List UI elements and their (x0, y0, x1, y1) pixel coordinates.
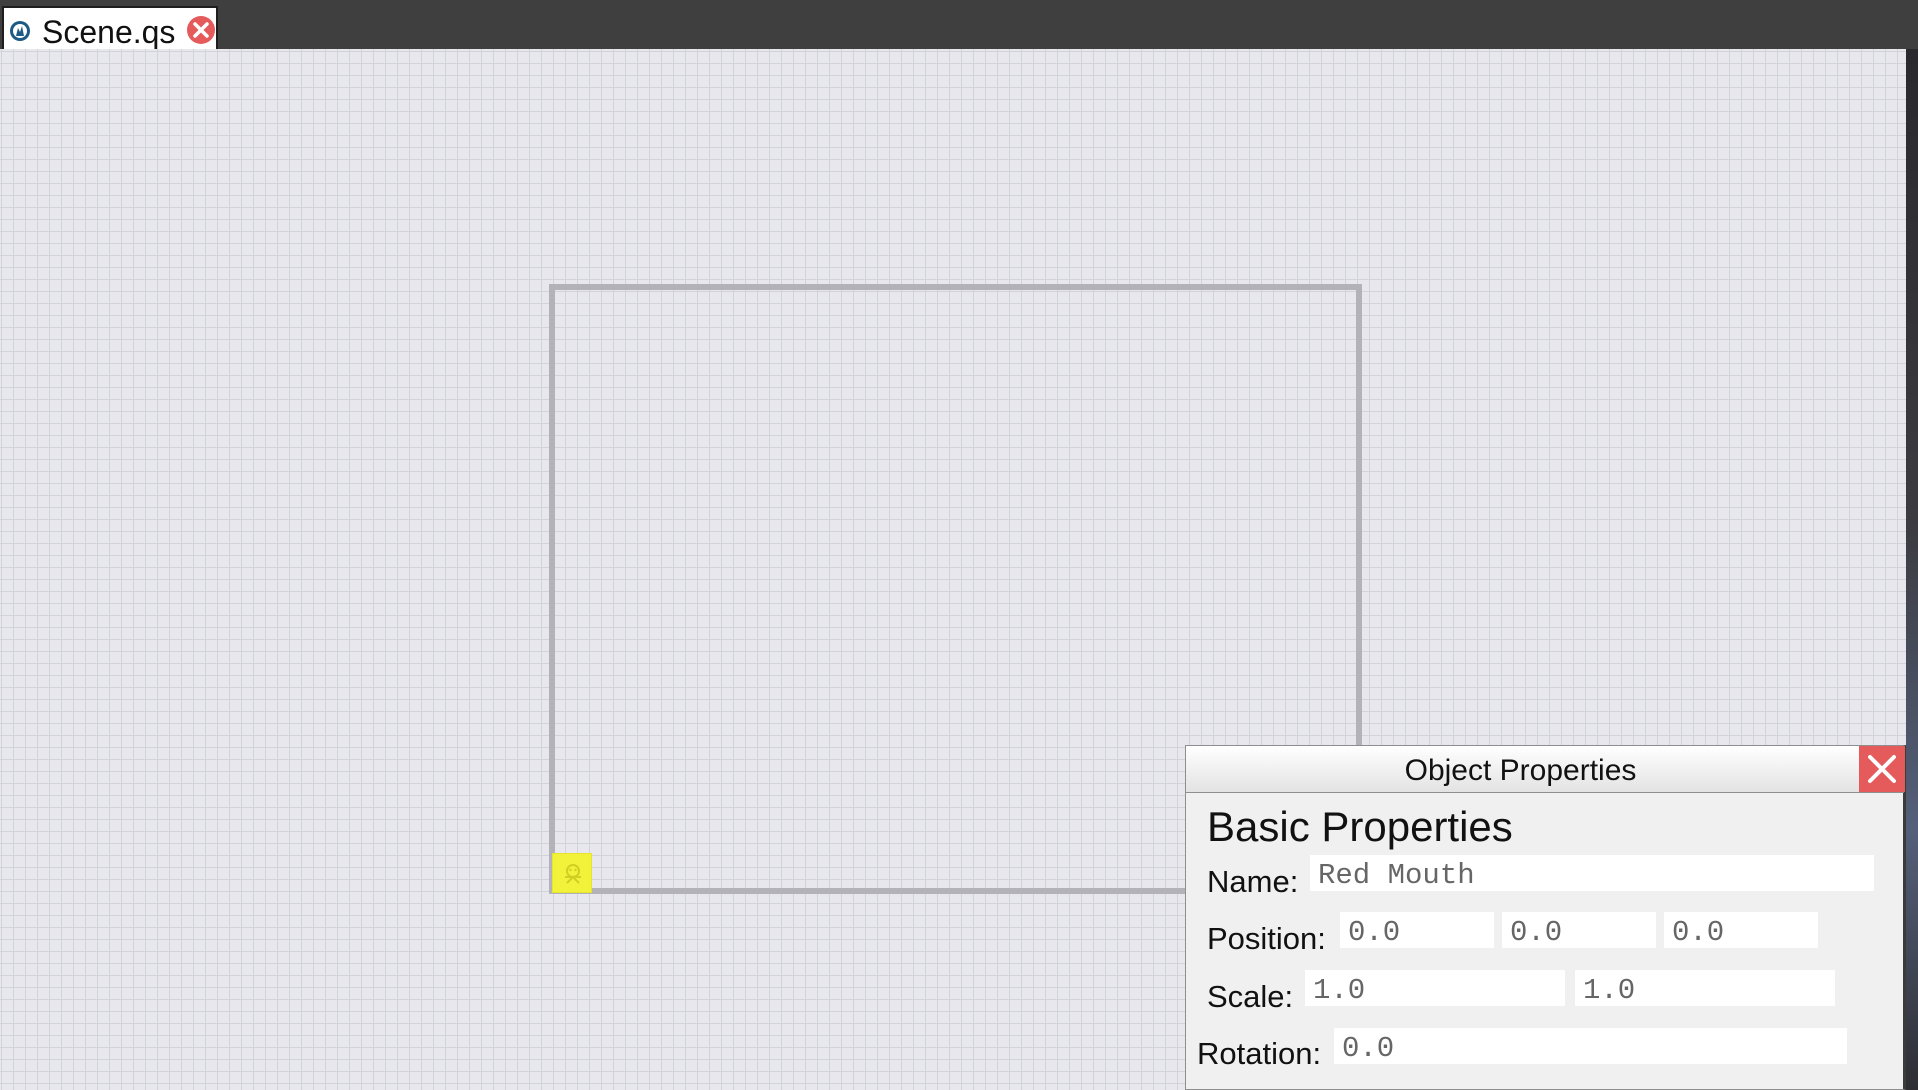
scale-x-field[interactable] (1305, 970, 1565, 1006)
tab-label: Scene.qs (42, 14, 176, 50)
window-edge (1906, 49, 1918, 1090)
panel-title: Object Properties (1404, 754, 1637, 787)
close-circle-icon[interactable] (186, 15, 216, 45)
tab-scene[interactable]: Scene.qs (2, 6, 218, 50)
rotation-label: Rotation: (1197, 1036, 1322, 1071)
section-title: Basic Properties (1207, 803, 1513, 850)
position-label: Position: (1207, 921, 1326, 956)
scene-file-icon (10, 21, 30, 41)
scene-object-sprite[interactable] (552, 853, 592, 893)
scale-y-field[interactable] (1575, 970, 1835, 1006)
position-x-field[interactable] (1340, 912, 1494, 948)
top-bar: Scene.qs (0, 0, 1918, 50)
rotation-field[interactable] (1334, 1028, 1847, 1064)
close-x-icon[interactable] (1859, 746, 1905, 792)
sprite-object-icon (565, 864, 581, 884)
name-label: Name: (1207, 864, 1299, 899)
position-y-field[interactable] (1502, 912, 1656, 948)
position-z-field[interactable] (1664, 912, 1818, 948)
name-field[interactable] (1310, 855, 1874, 891)
panel-header[interactable]: Object Properties (1186, 746, 1905, 793)
scale-label: Scale: (1207, 979, 1294, 1014)
object-properties-panel: Object Properties Basic Properties Name:… (1185, 745, 1906, 1090)
